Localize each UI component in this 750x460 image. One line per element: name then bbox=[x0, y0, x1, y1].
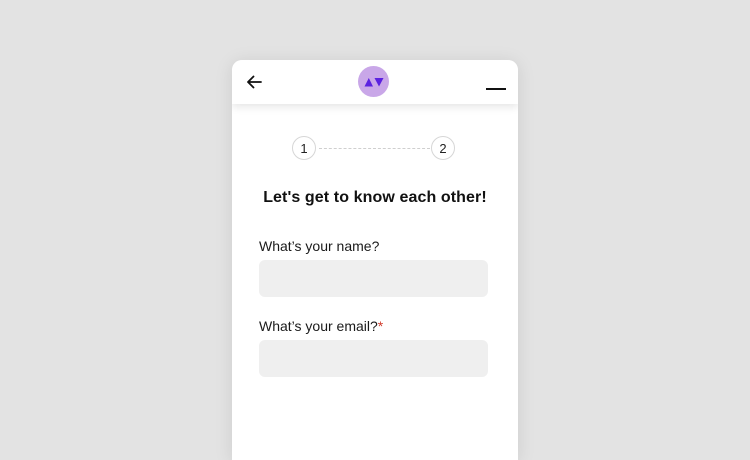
email-input[interactable] bbox=[259, 340, 488, 377]
menu-icon bbox=[486, 88, 506, 90]
triangles-logo-icon bbox=[364, 77, 383, 86]
name-input[interactable] bbox=[259, 260, 488, 297]
step-1: 1 bbox=[292, 136, 316, 160]
app-logo[interactable] bbox=[358, 66, 389, 97]
step-connector bbox=[319, 148, 430, 149]
email-label: What’s your email?* bbox=[259, 318, 383, 334]
arrow-left-icon bbox=[247, 75, 262, 89]
step-indicator: 1 2 bbox=[292, 136, 458, 162]
name-label: What’s your name? bbox=[259, 238, 379, 254]
required-marker: * bbox=[377, 318, 384, 334]
form-heading: Let's get to know each other! bbox=[263, 189, 487, 206]
name-label-text: What’s your name? bbox=[259, 238, 380, 254]
email-label-text: What’s your email? bbox=[259, 318, 378, 334]
back-button[interactable] bbox=[244, 72, 264, 92]
top-bar bbox=[232, 60, 518, 104]
menu-button[interactable] bbox=[486, 78, 506, 92]
signup-screen: 1 2 Let's get to know each other! What’s… bbox=[232, 60, 518, 460]
step-2: 2 bbox=[431, 136, 455, 160]
